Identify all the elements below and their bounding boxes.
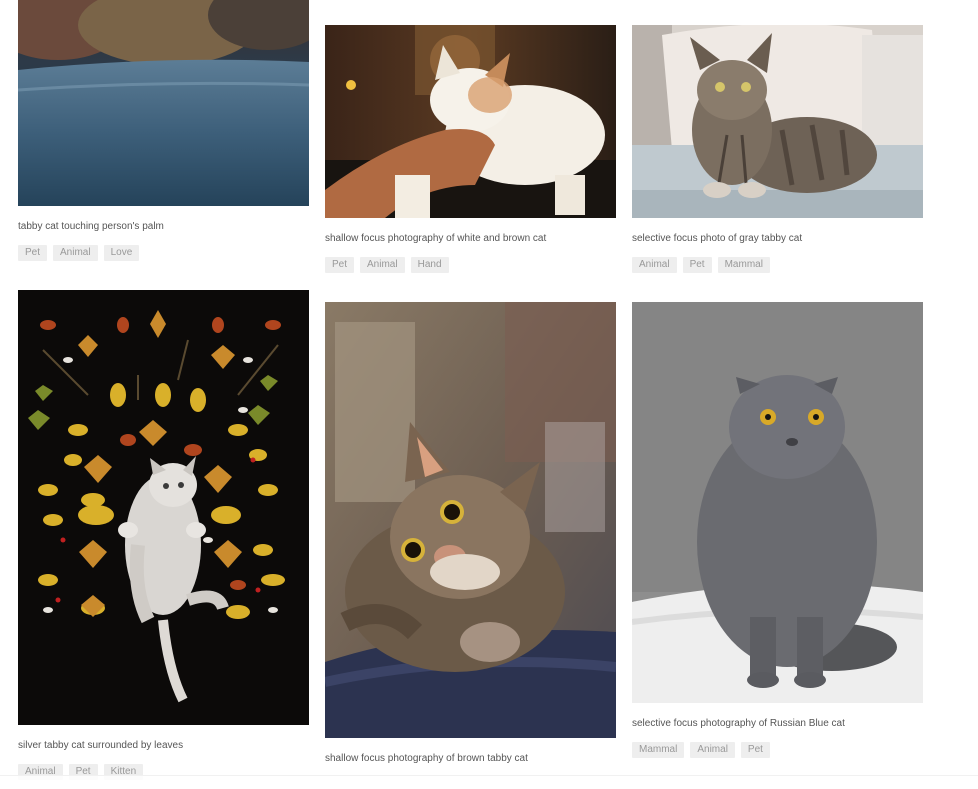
tag-pet[interactable]: Pet (682, 257, 712, 273)
photo-caption: shallow focus photography of brown tabby… (325, 753, 528, 764)
gallery-card: selective focus photo of gray tabby cat … (632, 25, 923, 273)
photo-caption: silver tabby cat surrounded by leaves (18, 740, 184, 751)
tag-mammal[interactable]: Mammal (717, 257, 770, 273)
tag-animal[interactable]: Animal (360, 257, 405, 273)
photo-russian-blue[interactable] (632, 302, 923, 703)
tag-animal[interactable]: Animal (690, 742, 735, 758)
photo-caption: shallow focus photography of white and b… (325, 233, 547, 244)
tag-pet[interactable]: Pet (740, 742, 770, 758)
photo-image (325, 25, 616, 218)
tag-pet[interactable]: Pet (18, 245, 48, 261)
gallery-card: shallow focus photography of brown tabby… (325, 302, 616, 765)
gallery-card: silver tabby cat surrounded by leaves An… (18, 290, 309, 780)
photo-tabby-cat-palm[interactable] (18, 0, 309, 206)
photo-caption: tabby cat touching person's palm (18, 221, 164, 232)
photo-caption: selective focus photography of Russian B… (632, 718, 845, 729)
photo-brown-tabby-closeup[interactable] (325, 302, 616, 738)
photo-image (632, 302, 923, 703)
tag-pet[interactable]: Pet (325, 257, 355, 273)
tag-mammal[interactable]: Mammal (632, 742, 685, 758)
photo-image (18, 0, 309, 206)
gallery-card: tabby cat touching person's palm Pet Ani… (18, 0, 309, 261)
photo-silver-tabby-leaves[interactable] (18, 290, 309, 725)
photo-gray-tabby-sofa[interactable] (632, 25, 923, 218)
tag-animal[interactable]: Animal (53, 245, 98, 261)
tag-hand[interactable]: Hand (410, 257, 449, 273)
image-gallery: tabby cat touching person's palm Pet Ani… (0, 0, 978, 789)
tag-list: Pet Animal Love (18, 245, 309, 261)
tag-animal[interactable]: Animal (632, 257, 677, 273)
bottom-fade-overlay (0, 775, 978, 789)
photo-image (18, 290, 309, 725)
gallery-card: shallow focus photography of white and b… (325, 25, 616, 273)
tag-list: Animal Pet Mammal (632, 257, 923, 273)
tag-list: Mammal Animal Pet (632, 742, 923, 758)
photo-image (632, 25, 923, 218)
photo-white-brown-cat[interactable] (325, 25, 616, 218)
photo-caption: selective focus photo of gray tabby cat (632, 233, 803, 244)
tag-list: Pet Animal Hand (325, 257, 616, 273)
tag-love[interactable]: Love (103, 245, 140, 261)
photo-image (325, 302, 616, 738)
gallery-card: selective focus photography of Russian B… (632, 302, 923, 758)
